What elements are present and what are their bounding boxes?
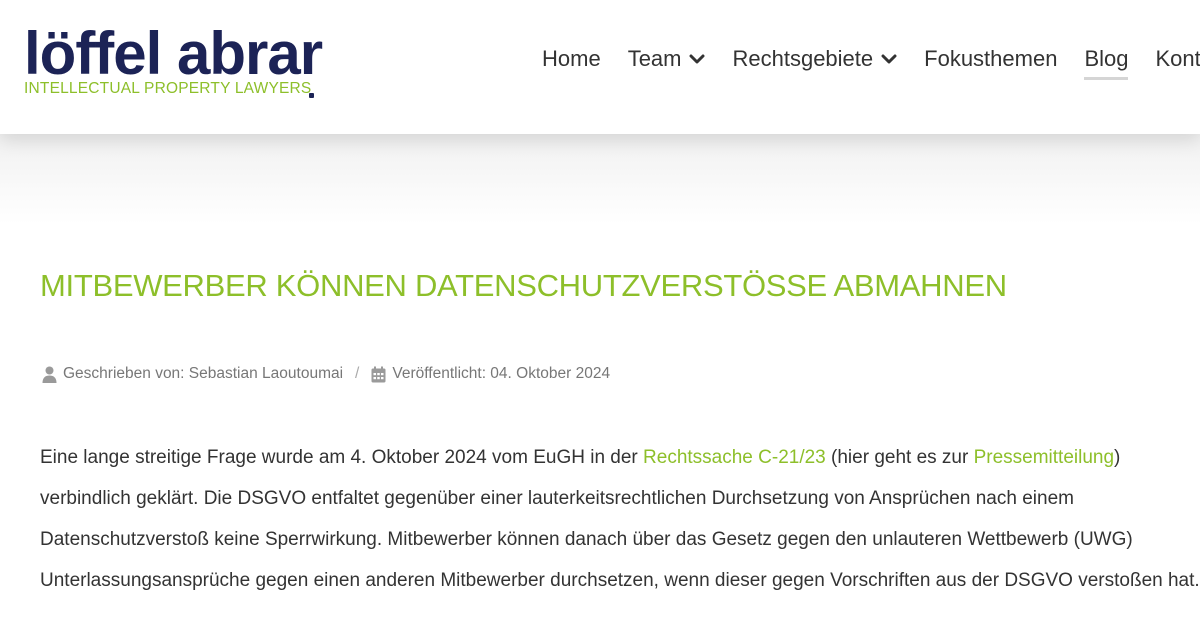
nav-item-kontakt[interactable]: Kontakt <box>1155 44 1200 74</box>
chevron-down-icon <box>881 54 897 64</box>
link-pressemitteilung[interactable]: Pressemitteilung <box>974 447 1114 468</box>
site-logo[interactable]: löffel abrar INTELLECTUAL PROPERTY LAWYE… <box>24 22 324 102</box>
link-rechtssache[interactable]: Rechtssache C-21/23 <box>643 447 826 468</box>
logo-dot <box>309 93 314 98</box>
nav-item-label: Fokusthemen <box>924 46 1058 71</box>
meta-separator: / <box>355 365 360 382</box>
published-label: Veröffentlicht: 04. Oktober 2024 <box>392 365 611 382</box>
chevron-down-icon <box>689 54 705 64</box>
nav-item-label: Team <box>627 46 682 71</box>
header-shadow-band <box>0 134 1200 224</box>
logo-wordmark: löffel abrar <box>24 20 323 87</box>
nav-item-home[interactable]: Home <box>542 44 601 74</box>
article-meta: Geschrieben von: Sebastian Laoutoumai / … <box>42 362 610 386</box>
nav-item-label: Kontakt <box>1155 46 1200 71</box>
nav-item-label: Home <box>542 46 601 71</box>
article-body: Eine lange streitige Frage wurde am 4. O… <box>40 437 1200 601</box>
calendar-icon <box>371 366 386 382</box>
body-text-segment: ) verbindlich geklärt. Die DSGVO entfalt… <box>40 447 1200 591</box>
logo-tagline: INTELLECTUAL PROPERTY LAWYERS <box>24 80 312 97</box>
user-icon <box>42 366 57 383</box>
nav-item-label: Blog <box>1084 46 1129 71</box>
nav-item-blog[interactable]: Blog <box>1084 44 1129 80</box>
nav-item-rechtsgebiete[interactable]: Rechtsgebiete <box>732 44 897 74</box>
article-title: MITBEWERBER KÖNNEN DATENSCHUTZVERSTÖSSE … <box>40 268 1007 303</box>
article-paragraph: Eine lange streitige Frage wurde am 4. O… <box>40 437 1200 601</box>
body-text-segment: (hier geht es zur <box>825 447 974 468</box>
page: löffel abrar INTELLECTUAL PROPERTY LAWYE… <box>0 0 1200 622</box>
nav-item-team[interactable]: Team <box>628 44 706 74</box>
site-header: löffel abrar INTELLECTUAL PROPERTY LAWYE… <box>0 0 1200 134</box>
nav-item-fokusthemen[interactable]: Fokusthemen <box>924 44 1057 74</box>
nav-item-label: Rechtsgebiete <box>732 46 874 71</box>
main-nav: Home Team Rechtsgebiete Fokusthemen Blog <box>542 44 1200 84</box>
body-text-segment: Eine lange streitige Frage wurde am 4. O… <box>40 447 644 468</box>
author-label: Geschrieben von: Sebastian Laoutoumai <box>63 365 344 382</box>
